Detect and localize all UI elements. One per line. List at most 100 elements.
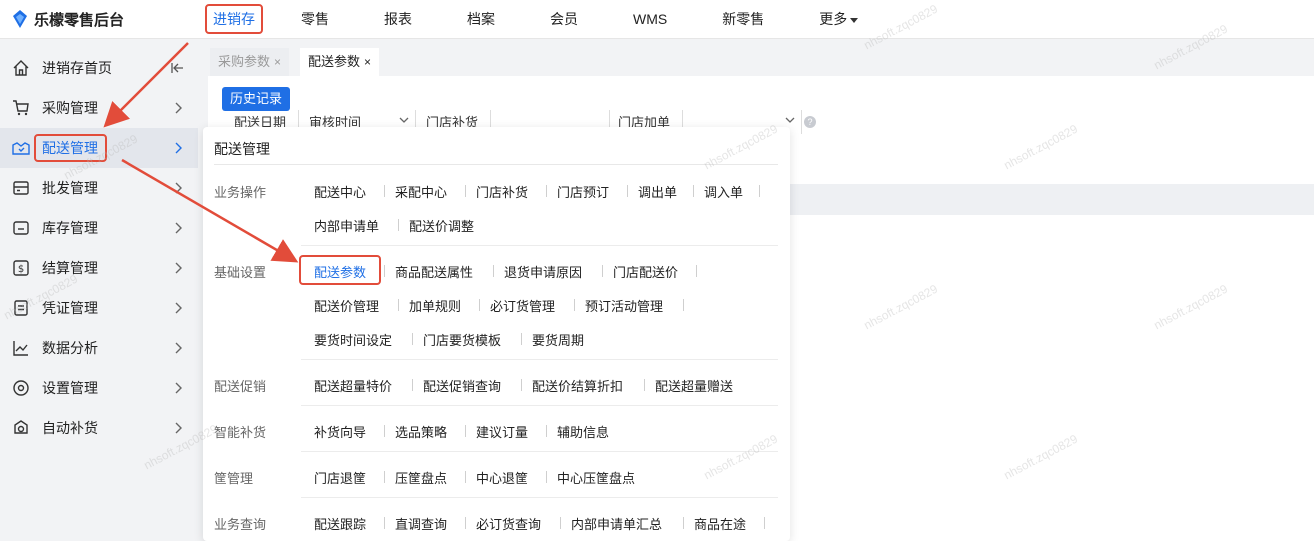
sidebar-item-analytics[interactable]: 数据分析 <box>0 328 198 368</box>
help-icon[interactable]: ? <box>804 116 816 128</box>
sidebar-item-auto-replenish[interactable]: 自动补货 <box>0 408 198 448</box>
sidebar-item-label: 采购管理 <box>42 100 98 116</box>
topnav-more[interactable]: 更多 <box>811 4 866 34</box>
menu-link[interactable]: 门店预订 <box>557 182 609 201</box>
divider <box>465 185 466 197</box>
close-icon[interactable]: × <box>274 55 281 69</box>
menu-link[interactable]: 必订货管理 <box>490 296 555 315</box>
sidebar-item-voucher[interactable]: 凭证管理 <box>0 288 198 328</box>
sidebar-item-home[interactable]: 进销存首页 <box>0 48 198 88</box>
menu-link[interactable]: 商品配送属性 <box>395 262 473 281</box>
topnav-reports[interactable]: 报表 <box>376 4 420 34</box>
menu-link[interactable]: 压筐盘点 <box>395 468 447 487</box>
menu-link[interactable]: 调入单 <box>704 182 743 201</box>
sidebar-item-wholesale[interactable]: 批发管理 <box>0 168 198 208</box>
divider <box>560 517 561 529</box>
menu-link[interactable]: 选品策略 <box>395 422 447 441</box>
menu-link[interactable]: 配送超量赠送 <box>655 376 733 395</box>
topnav-member[interactable]: 会员 <box>542 4 586 34</box>
menu-link[interactable]: 配送价管理 <box>314 296 379 315</box>
tab-delivery-params[interactable]: 配送参数 × <box>300 48 380 76</box>
menu-link[interactable]: 退货申请原因 <box>504 262 582 281</box>
menu-link[interactable]: 配送价结算折扣 <box>532 376 623 395</box>
close-icon[interactable]: × <box>364 55 371 69</box>
divider <box>465 471 466 483</box>
topnav-new-retail[interactable]: 新零售 <box>714 4 772 34</box>
menu-link[interactable]: 配送超量特价 <box>314 376 392 395</box>
menu-link[interactable]: 预订活动管理 <box>585 296 663 315</box>
menu-link[interactable]: 门店要货模板 <box>423 330 501 349</box>
menu-link[interactable]: 中心退筐 <box>476 468 528 487</box>
menu-link[interactable]: 内部申请单汇总 <box>571 514 662 533</box>
menu-link[interactable]: 要货时间设定 <box>314 330 392 349</box>
menu-link[interactable]: 要货周期 <box>532 330 584 349</box>
menu-link[interactable]: 补货向导 <box>314 422 366 441</box>
divider <box>412 333 413 345</box>
menu-link[interactable]: 配送中心 <box>314 182 366 201</box>
replenish-icon <box>14 420 28 434</box>
divider <box>764 517 765 529</box>
divider <box>627 185 628 197</box>
divider <box>493 265 494 277</box>
sidebar-item-label: 数据分析 <box>42 340 98 356</box>
topnav-inventory[interactable]: 进销存 <box>205 4 263 34</box>
chevron-right-icon <box>175 342 182 354</box>
menu-link[interactable]: 必订货查询 <box>476 514 541 533</box>
section-label: 业务操作 <box>214 185 267 200</box>
divider <box>521 333 522 345</box>
divider <box>301 359 778 360</box>
sidebar-item-label: 库存管理 <box>42 220 98 236</box>
collapse-sidebar-icon[interactable] <box>170 61 184 75</box>
sidebar-item-settlement[interactable]: $ 结算管理 <box>0 248 198 288</box>
menu-link[interactable]: 配送价调整 <box>409 216 474 235</box>
menu-link[interactable]: 调出单 <box>638 182 677 201</box>
menu-link[interactable]: 配送促销查询 <box>423 376 501 395</box>
menu-link[interactable]: 加单规则 <box>409 296 461 315</box>
history-button[interactable]: 历史记录 <box>222 87 290 111</box>
menu-link[interactable]: 配送跟踪 <box>314 514 366 533</box>
topnav-more-label: 更多 <box>819 11 848 27</box>
chevron-down-icon <box>399 117 409 123</box>
tab-label: 配送参数 <box>308 54 361 69</box>
menu-link[interactable]: 门店补货 <box>476 182 528 201</box>
divider <box>384 185 385 197</box>
menu-link[interactable]: 辅助信息 <box>557 422 609 441</box>
divider <box>465 425 466 437</box>
app-logo[interactable]: 乐檬零售后台 <box>12 8 124 30</box>
topnav-retail[interactable]: 零售 <box>293 4 337 34</box>
chevron-right-icon <box>175 142 182 154</box>
menu-link[interactable]: 直调查询 <box>395 514 447 533</box>
divider <box>644 379 645 391</box>
voucher-icon <box>14 300 28 316</box>
menu-link[interactable]: 门店配送价 <box>613 262 678 281</box>
menu-link[interactable]: 中心压筐盘点 <box>557 468 635 487</box>
section-label: 筐管理 <box>214 471 254 486</box>
menu-link[interactable]: 商品在途 <box>694 514 746 533</box>
sidebar-item-purchase[interactable]: 采购管理 <box>0 88 198 128</box>
sidebar-item-label: 批发管理 <box>42 180 98 196</box>
panel-title: 配送管理 <box>214 141 270 157</box>
topnav-archive[interactable]: 档案 <box>459 4 503 34</box>
menu-link[interactable]: 内部申请单 <box>314 216 379 235</box>
divider <box>574 299 575 311</box>
topnav-wms[interactable]: WMS <box>625 4 675 34</box>
menu-link[interactable]: 门店退筐 <box>314 468 366 487</box>
sidebar-item-settings[interactable]: 设置管理 <box>0 368 198 408</box>
app-title: 乐檬零售后台 <box>34 11 125 29</box>
menu-link[interactable]: 建议订量 <box>476 422 528 441</box>
dollar-icon: $ <box>13 260 29 276</box>
home-icon <box>13 60 29 76</box>
wholesale-icon <box>13 181 29 195</box>
section-label: 基础设置 <box>214 265 267 280</box>
logo-icon <box>13 10 27 28</box>
menu-link[interactable]: 采配中心 <box>395 182 447 201</box>
sidebar-item-inventory[interactable]: 库存管理 <box>0 208 198 248</box>
sidebar: 进销存首页 采购管理 配送管理 批发管理 库存管理 $ 结算管理 凭证管理 数据… <box>0 40 200 541</box>
divider <box>546 425 547 437</box>
highlight-box <box>34 134 107 162</box>
chevron-right-icon <box>175 302 182 314</box>
sidebar-item-label: 进销存首页 <box>42 60 112 76</box>
sidebar-item-label: 结算管理 <box>42 260 98 276</box>
divider <box>384 471 385 483</box>
tab-purchase-params[interactable]: 采购参数 × <box>210 48 290 76</box>
